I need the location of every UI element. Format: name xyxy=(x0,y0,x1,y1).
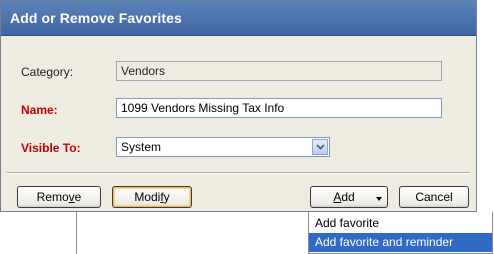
dropdown-arrow-icon[interactable] xyxy=(312,139,328,155)
name-value: 1099 Vendors Missing Tax Info xyxy=(121,101,285,115)
cancel-button[interactable]: Cancel xyxy=(399,186,469,208)
dialog-title: Add or Remove Favorites xyxy=(10,10,182,26)
separator xyxy=(7,172,470,174)
add-split-button[interactable]: Add xyxy=(310,186,388,208)
remove-button[interactable]: Remo v e xyxy=(17,186,101,208)
add-remove-favorites-dialog: Add or Remove Favorites Category: Vendor… xyxy=(0,0,477,212)
modify-button[interactable]: Modi f y xyxy=(112,186,192,208)
chevron-down-icon[interactable] xyxy=(376,197,382,201)
category-field: Vendors xyxy=(116,61,442,81)
menu-item-add-favorite[interactable]: Add favorite xyxy=(309,214,492,233)
add-dropdown-menu: Add favorite Add favorite and reminder xyxy=(308,212,493,254)
background-window-edge xyxy=(76,212,77,254)
category-value: Vendors xyxy=(121,64,166,78)
visible-to-label: Visible To: xyxy=(21,141,81,155)
menu-item-add-favorite-and-reminder[interactable]: Add favorite and reminder xyxy=(309,233,492,252)
title-bar[interactable]: Add or Remove Favorites xyxy=(1,1,476,36)
visible-to-value: System xyxy=(121,140,162,154)
name-input[interactable]: 1099 Vendors Missing Tax Info xyxy=(116,98,442,118)
category-label: Category: xyxy=(21,65,74,79)
name-label: Name: xyxy=(21,103,58,117)
visible-to-select[interactable]: System xyxy=(116,137,330,157)
